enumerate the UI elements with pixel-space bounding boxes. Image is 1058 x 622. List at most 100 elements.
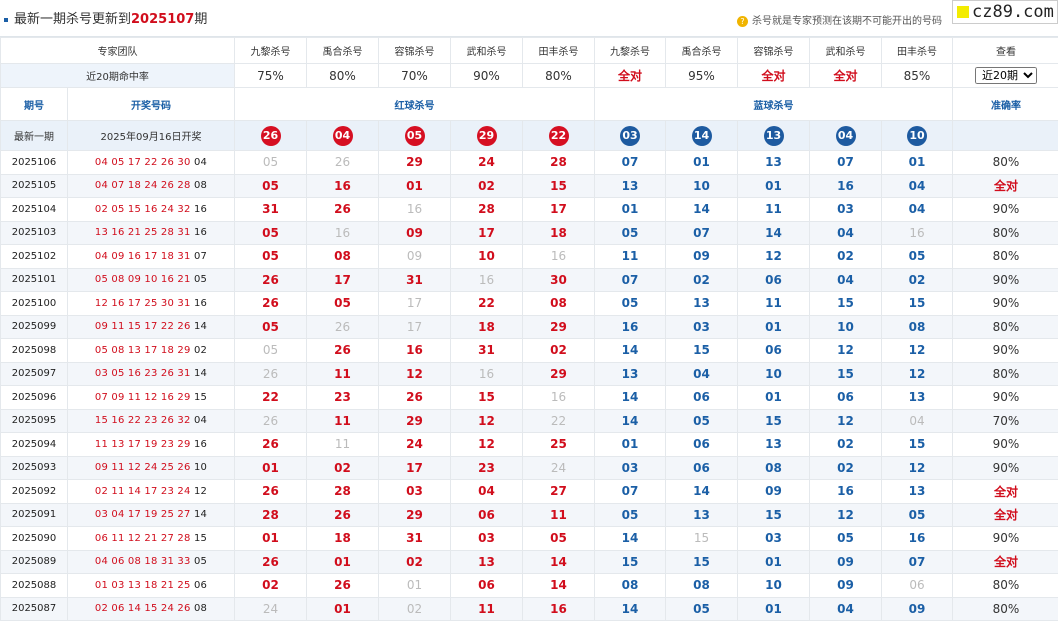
issue-number: 2025097: [0, 361, 68, 386]
issue-number: 2025103: [0, 220, 68, 245]
red-kill-number: 31: [378, 526, 451, 551]
draw-red-numbers: 07 09 11 12 16 29: [94, 391, 191, 403]
draw-red-numbers: 05 08 09 10 16 21: [94, 274, 191, 286]
red-kill-number: 18: [450, 314, 523, 339]
blue-kill-number: 15: [665, 549, 738, 574]
period-select[interactable]: 近20期: [975, 67, 1037, 84]
red-kill-number: 11: [306, 432, 379, 457]
table-row: 2025089 04 06 08 18 31 33 05 26 01 02 13 14 15 1…: [0, 549, 1058, 574]
blue-ball: 13: [763, 125, 784, 146]
blue-kill-number: 04: [881, 408, 953, 433]
hit-rate-value: 90%: [450, 63, 523, 88]
page-title: 最新一期杀号更新到2025107期: [4, 8, 207, 27]
red-kill-number: 26: [306, 197, 379, 222]
blue-kill-number: 03: [809, 197, 882, 222]
blue-kill-number: 04: [809, 596, 882, 621]
red-expert-name: 九黎杀号: [234, 37, 307, 64]
red-kill-number: 25: [522, 432, 595, 457]
expert-header-row: 专家团队 九黎杀号 禹合杀号 容锦杀号 武和杀号 田丰杀号 九黎杀号 禹合杀号 …: [0, 37, 1058, 64]
draw-blue-number: 10: [193, 462, 208, 474]
blue-kill-number: 12: [809, 338, 882, 363]
red-kill-number: 22: [450, 291, 523, 316]
red-kill-number: 23: [450, 455, 523, 480]
red-kill-number: 02: [306, 455, 379, 480]
blue-kill-number: 01: [737, 596, 810, 621]
blue-kill-number: 13: [594, 361, 666, 386]
red-kill-number: 16: [450, 267, 523, 292]
bullet-icon: [4, 17, 8, 22]
draw-red-numbers: 02 06 14 15 24 26: [94, 603, 191, 615]
blue-kill-number: 07: [594, 150, 666, 175]
blue-kill-number: 07: [594, 267, 666, 292]
red-kill-number: 11: [306, 408, 379, 433]
blue-kill-number: 06: [737, 267, 810, 292]
red-kill-number: 28: [306, 479, 379, 504]
site-logo[interactable]: cz89.com: [952, 0, 1058, 24]
blue-kill-number: 16: [809, 173, 882, 198]
latest-accuracy-cell: [952, 120, 1058, 151]
blue-kill-number: 09: [809, 573, 882, 598]
draw-red-numbers: 04 06 08 18 31 33: [94, 556, 191, 568]
draw-blue-number: 14: [193, 368, 208, 380]
red-kill-number: 09: [378, 244, 451, 269]
red-kill-number: 05: [234, 338, 307, 363]
red-kill-number: 12: [378, 361, 451, 386]
red-kill-number: 06: [450, 502, 523, 527]
blue-kill-number: 06: [809, 385, 882, 410]
red-kill-number: 24: [522, 455, 595, 480]
blue-kill-number: 01: [594, 432, 666, 457]
red-kill-number: 12: [450, 408, 523, 433]
table-row: 2025102 04 09 16 17 18 31 07 05 08 09 10 16 11 0…: [0, 244, 1058, 269]
draw-blue-number: 12: [193, 485, 208, 497]
blue-kill-number: 11: [737, 197, 810, 222]
draw-red-numbers: 04 07 18 24 26 28: [94, 180, 191, 192]
blue-kill-cell: 14: [665, 120, 738, 151]
issue-number: 2025105: [0, 173, 68, 198]
red-kill-cell: 22: [522, 120, 595, 151]
expert-team-label: 专家团队: [0, 37, 235, 64]
blue-expert-name: 武和杀号: [809, 37, 882, 64]
red-kill-number: 30: [522, 267, 595, 292]
red-kill-number: 29: [522, 361, 595, 386]
draw-red-numbers: 09 11 15 17 22 26: [94, 321, 191, 333]
table-row: 2025106 04 05 17 22 26 30 04 05 26 29 24 28 07 0…: [0, 150, 1058, 175]
kill-number-table: 专家团队 九黎杀号 禹合杀号 容锦杀号 武和杀号 田丰杀号 九黎杀号 禹合杀号 …: [0, 37, 1058, 621]
blue-kill-number: 05: [809, 526, 882, 551]
red-expert-name: 武和杀号: [450, 37, 523, 64]
red-kill-number: 17: [450, 220, 523, 245]
draw-blue-number: 05: [193, 556, 208, 568]
logo-square-icon: [957, 6, 969, 18]
red-kill-number: 11: [450, 596, 523, 621]
blue-kill-number: 04: [809, 220, 882, 245]
draw-red-numbers: 11 13 17 19 23 29: [94, 438, 191, 450]
red-expert-name: 禹合杀号: [306, 37, 379, 64]
hit-rate-value: 95%: [665, 63, 738, 88]
table-row: 2025092 02 11 14 17 23 24 12 26 28 03 04 27 07 1…: [0, 479, 1058, 504]
red-kill-number: 09: [378, 220, 451, 245]
red-kill-number: 26: [234, 291, 307, 316]
red-kill-number: 13: [450, 549, 523, 574]
draw-blue-number: 07: [193, 250, 208, 262]
issue-number: 2025094: [0, 432, 68, 457]
question-icon: ?: [737, 15, 748, 27]
red-kill-number: 26: [234, 549, 307, 574]
blue-kill-column-header: 蓝球杀号: [594, 87, 953, 121]
red-ball: 05: [404, 125, 425, 146]
issue-number: 2025091: [0, 502, 68, 527]
blue-kill-number: 04: [665, 361, 738, 386]
blue-kill-number: 04: [881, 173, 953, 198]
red-kill-number: 24: [378, 432, 451, 457]
red-kill-number: 31: [450, 338, 523, 363]
red-kill-number: 01: [378, 573, 451, 598]
blue-kill-number: 14: [594, 338, 666, 363]
red-kill-number: 26: [234, 408, 307, 433]
issue-number: 2025102: [0, 244, 68, 269]
issue-number: 2025087: [0, 596, 68, 621]
blue-expert-name: 容锦杀号: [737, 37, 810, 64]
blue-kill-number: 01: [737, 173, 810, 198]
issue-number: 2025101: [0, 267, 68, 292]
blue-kill-number: 13: [737, 150, 810, 175]
blue-kill-number: 11: [737, 291, 810, 316]
red-kill-number: 01: [234, 455, 307, 480]
issue-number: 2025106: [0, 150, 68, 175]
